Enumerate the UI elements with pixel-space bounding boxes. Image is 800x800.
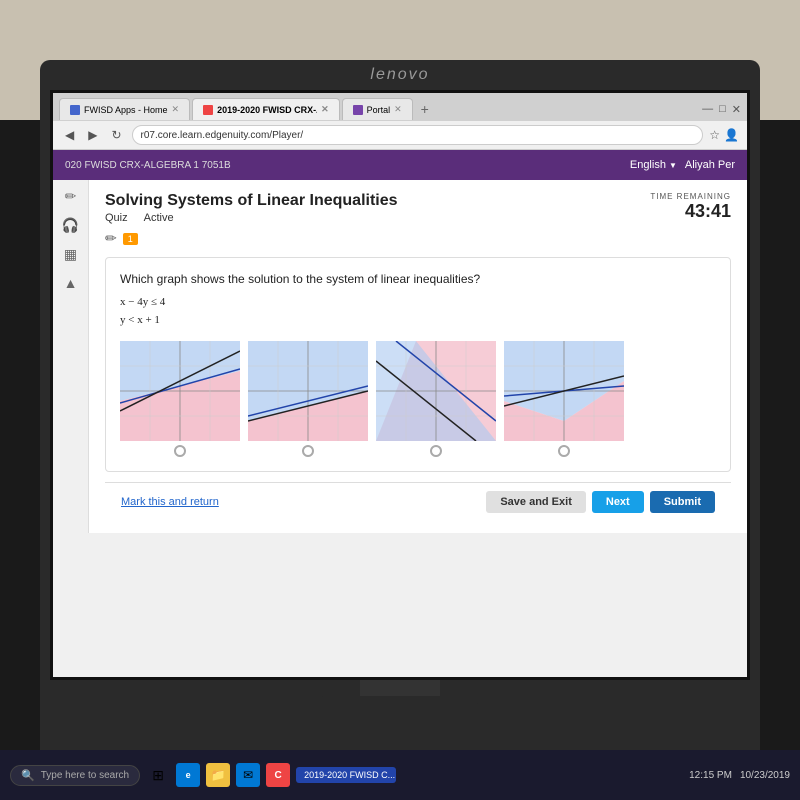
browser-right-icons: ☆ 👤 (709, 128, 739, 142)
tab-label-portal: Portal (367, 105, 391, 115)
course-name: 020 FWISD CRX-ALGEBRA 1 7051B (65, 160, 231, 171)
tab-close-algebra[interactable]: ✕ (321, 104, 329, 115)
monitor-outer: lenovo FWISD Apps - Home ✕ 2019-2020 FWI… (40, 60, 760, 760)
search-icon: 🔍 (21, 769, 35, 782)
tab-favicon-home (70, 105, 80, 115)
taskbar-chrome-icon[interactable]: C (266, 763, 290, 787)
quiz-title: Solving Systems of Linear Inequalities (105, 192, 398, 210)
question-card: Which graph shows the solution to the sy… (105, 257, 731, 472)
tab-favicon-algebra (203, 105, 213, 115)
timer-label: TIME REMAINING (650, 192, 731, 201)
action-buttons: Save and Exit Next Submit (486, 491, 715, 513)
next-button[interactable]: Next (592, 491, 644, 513)
language-chevron-icon: ▼ (669, 161, 677, 170)
radio-option-4[interactable] (558, 445, 570, 457)
graph-svg-3 (376, 341, 496, 441)
address-text: r07.core.learn.edgenuity.com/Player/ (141, 130, 304, 141)
address-bar[interactable]: r07.core.learn.edgenuity.com/Player/ (132, 125, 704, 145)
question-badge: 1 (123, 233, 138, 245)
app-header: 020 FWISD CRX-ALGEBRA 1 7051B English ▼ … (53, 150, 747, 180)
taskbar-search-area[interactable]: 🔍 Type here to search (10, 765, 140, 786)
monitor-base (320, 696, 480, 704)
graph-svg-4 (504, 341, 624, 441)
quiz-type: Quiz (105, 212, 128, 224)
language-label: English (630, 159, 666, 171)
save-exit-button[interactable]: Save and Exit (486, 491, 586, 513)
pencil-toolbar: ✏ 1 (105, 230, 731, 247)
person-icon[interactable]: 👤 (724, 128, 739, 142)
inequality-1: x − 4y ≤ 4 (120, 294, 716, 312)
sidebar-calculator-icon[interactable]: ▦ (64, 246, 77, 263)
refresh-button[interactable]: ↻ (107, 126, 125, 144)
quiz-status: Active (144, 212, 174, 224)
browser-chrome: FWISD Apps - Home ✕ 2019-2020 FWISD CRX-… (53, 93, 747, 150)
taskbar-edge-icon[interactable]: e (176, 763, 200, 787)
graph-svg-2 (248, 341, 368, 441)
close-btn[interactable]: ✕ (732, 103, 741, 116)
graph-option-3[interactable] (376, 341, 496, 457)
taskbar-pinned-icons: ⊞ e 📁 ✉ C 2019-2020 FWISD C... (146, 763, 396, 787)
tab-label-algebra: 2019-2020 FWISD CRX-ALGEBR... (217, 105, 317, 115)
sidebar: ✏ 🎧 ▦ ▲ (53, 180, 89, 533)
radio-option-2[interactable] (302, 445, 314, 457)
taskbar-mail-icon[interactable]: ✉ (236, 763, 260, 787)
taskbar-right: 12:15 PM 10/23/2019 (689, 770, 790, 781)
taskbar-date: 10/23/2019 (740, 770, 790, 781)
taskbar-windows-icon[interactable]: ⊞ (146, 763, 170, 787)
taskbar-folder-icon[interactable]: 📁 (206, 763, 230, 787)
tab-label-home: FWISD Apps - Home (84, 105, 168, 115)
sidebar-collapse-icon[interactable]: ▲ (64, 275, 78, 291)
tab-bar: FWISD Apps - Home ✕ 2019-2020 FWISD CRX-… (53, 93, 747, 121)
new-tab-button[interactable]: + (415, 99, 435, 119)
submit-button[interactable]: Submit (650, 491, 715, 513)
graph-options (120, 341, 716, 457)
monitor-screen: FWISD Apps - Home ✕ 2019-2020 FWISD CRX-… (50, 90, 750, 680)
tab-portal[interactable]: Portal ✕ (342, 98, 413, 120)
user-name: Aliyah Per (685, 159, 735, 171)
language-selector[interactable]: English ▼ (630, 159, 677, 171)
tab-home[interactable]: FWISD Apps - Home ✕ (59, 98, 190, 120)
graph-option-4[interactable] (504, 341, 624, 457)
address-bar-row: ◀ ▶ ↻ r07.core.learn.edgenuity.com/Playe… (53, 121, 747, 149)
quiz-meta: Quiz Active (105, 212, 398, 224)
sidebar-headphone-icon[interactable]: 🎧 (62, 217, 79, 234)
graph-option-2[interactable] (248, 341, 368, 457)
back-button[interactable]: ◀ (61, 126, 78, 144)
radio-option-1[interactable] (174, 445, 186, 457)
timer-value: 43:41 (650, 201, 731, 222)
search-placeholder-text: Type here to search (41, 770, 129, 781)
lenovo-brand: lenovo (370, 60, 429, 90)
mark-return-link[interactable]: Mark this and return (121, 496, 219, 508)
forward-button[interactable]: ▶ (84, 126, 101, 144)
timer-section: TIME REMAINING 43:41 (650, 192, 731, 222)
graph-svg-1 (120, 341, 240, 441)
taskbar-time: 12:15 PM (689, 770, 732, 781)
taskbar: 🔍 Type here to search ⊞ e 📁 ✉ C 2019-202… (0, 750, 800, 800)
tab-close-home[interactable]: ✕ (172, 104, 180, 115)
quiz-area: Solving Systems of Linear Inequalities Q… (89, 180, 747, 533)
maximize-btn[interactable]: □ (719, 103, 726, 115)
radio-option-3[interactable] (430, 445, 442, 457)
main-content: ✏ 🎧 ▦ ▲ Solving Systems of Linear Inequa… (53, 180, 747, 533)
taskbar-active-app[interactable]: 2019-2020 FWISD C... (296, 767, 396, 783)
inequality-2: y < x + 1 (120, 312, 716, 330)
tab-favicon-portal (353, 105, 363, 115)
monitor-stand (360, 680, 440, 696)
pencil-tool-icon[interactable]: ✏ (105, 230, 117, 247)
sidebar-pencil-icon[interactable]: ✏ (65, 188, 77, 205)
tab-algebra[interactable]: 2019-2020 FWISD CRX-ALGEBR... ✕ (192, 98, 340, 120)
minimize-btn[interactable]: — (702, 103, 713, 115)
app-header-right: English ▼ Aliyah Per (630, 159, 735, 171)
star-icon[interactable]: ☆ (709, 128, 720, 142)
question-text: Which graph shows the solution to the sy… (120, 272, 716, 286)
bottom-bar: Mark this and return Save and Exit Next … (105, 482, 731, 521)
graph-option-1[interactable] (120, 341, 240, 457)
tab-close-portal[interactable]: ✕ (394, 104, 402, 115)
